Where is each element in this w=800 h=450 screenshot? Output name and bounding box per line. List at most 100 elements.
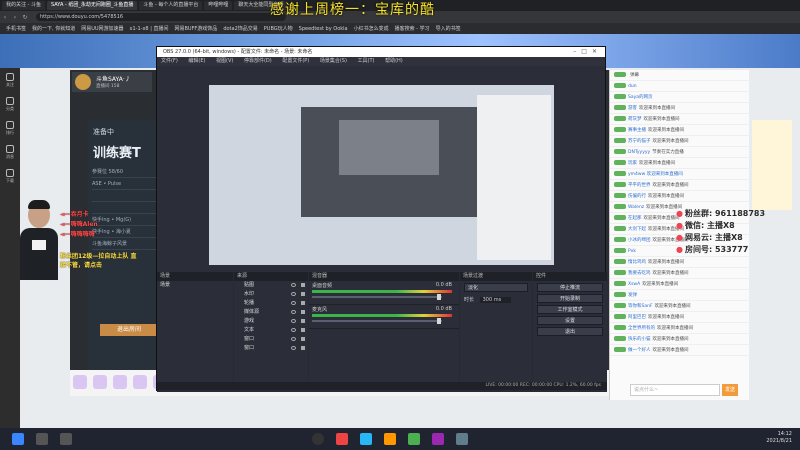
chat-username[interactable]: 做一个好人 xyxy=(628,348,651,353)
duration-input[interactable]: 300 ms xyxy=(479,297,512,303)
source-item[interactable]: 游戏 xyxy=(234,317,308,326)
side-promo-card[interactable] xyxy=(752,120,792,210)
refresh-icon[interactable]: ↻ xyxy=(20,14,30,21)
scene-item[interactable]: 场景 xyxy=(157,281,233,290)
chat-username[interactable]: 玩家 xyxy=(628,161,637,166)
bookmark-item[interactable]: Speedtest by Ookla xyxy=(299,26,348,32)
bookmark-item[interactable]: 小红书怎么变成 xyxy=(354,25,389,32)
chat-username[interactable]: DNTyyyyy xyxy=(628,150,650,155)
eye-icon[interactable] xyxy=(291,319,296,323)
lock-icon[interactable] xyxy=(301,319,305,323)
chat-username[interactable]: 全世界所有的 xyxy=(628,326,655,331)
gift-icon[interactable] xyxy=(93,375,107,389)
bookmark-item[interactable]: x1-1-x8 | 直播间 xyxy=(130,25,169,32)
lock-icon[interactable] xyxy=(301,328,305,332)
lock-icon[interactable] xyxy=(301,337,305,341)
chat-username[interactable]: Pxk xyxy=(628,249,636,254)
source-item[interactable]: 窗口 xyxy=(234,344,308,353)
chat-username[interactable]: Saya的网页 xyxy=(628,95,653,100)
transition-select[interactable]: 淡化 xyxy=(464,283,528,292)
lock-icon[interactable] xyxy=(301,310,305,314)
source-item[interactable]: 水印 xyxy=(234,290,308,299)
rail-item-category[interactable]: 分类 xyxy=(0,92,20,116)
browser-tab[interactable]: 斗鱼 - 每个人的直播平台 xyxy=(139,1,203,10)
gift-icon[interactable] xyxy=(133,375,147,389)
menu-item[interactable]: 停靠部件(D) xyxy=(244,58,272,64)
bookmark-item[interactable]: 我的一下, 你就知道 xyxy=(32,25,75,32)
eye-icon[interactable] xyxy=(291,346,296,350)
chat-username[interactable]: 平平的世界 xyxy=(628,183,651,188)
rail-item-download[interactable]: 下载 xyxy=(0,164,20,188)
app-icon[interactable] xyxy=(360,433,372,445)
chat-username[interactable]: 赛事主播 xyxy=(628,128,646,133)
bookmark-item[interactable]: PUBG玩人物 xyxy=(264,25,293,32)
rail-item-message[interactable]: 消息 xyxy=(0,140,20,164)
chat-username[interactable]: 惰比鸡鸡 xyxy=(628,260,646,265)
bookmark-item[interactable]: dota2饰品交易 xyxy=(223,25,257,32)
chat-username[interactable]: 在起那 xyxy=(628,216,642,221)
source-item[interactable]: 媒体源 xyxy=(234,308,308,317)
chat-username[interactable]: 快乐的小猫 xyxy=(628,337,651,342)
menu-item[interactable]: 文件(F) xyxy=(161,58,178,64)
bookmark-item[interactable]: 网易UU网游加速器 xyxy=(81,25,123,32)
lock-icon[interactable] xyxy=(301,301,305,305)
forward-icon[interactable]: › xyxy=(10,14,20,21)
obs-preview[interactable] xyxy=(209,85,554,265)
app-icon[interactable] xyxy=(408,433,420,445)
browser-tab-active[interactable]: SAYA - 纸团_永劫无间跑圈_斗鱼直播 xyxy=(46,1,138,10)
exit-room-button[interactable]: 退出房间 xyxy=(100,324,158,336)
obs-window[interactable]: OBS 27.0.0 (64-bit, windows) - 配置文件: 未命名… xyxy=(156,46,607,392)
eye-icon[interactable] xyxy=(291,301,296,305)
window-controls[interactable]: –□✕ xyxy=(573,47,602,57)
gift-icon[interactable] xyxy=(113,375,127,389)
windows-start-icon[interactable] xyxy=(12,433,24,445)
system-clock[interactable]: 14:12 2021/8/21 xyxy=(766,431,792,445)
chat-username[interactable]: 发弹 xyxy=(628,293,637,298)
send-button[interactable]: 发送 xyxy=(722,384,738,396)
chat-username[interactable]: 小冰的绵团 xyxy=(628,238,651,243)
url-input[interactable]: https://www.douyu.com/5478516 xyxy=(36,13,286,21)
eye-icon[interactable] xyxy=(291,337,296,341)
menu-item[interactable]: 编辑(E) xyxy=(188,58,205,64)
back-icon[interactable]: ‹ xyxy=(0,14,10,21)
eye-icon[interactable] xyxy=(291,292,296,296)
chat-username[interactable]: 我要去吃鸡 xyxy=(628,271,651,276)
volume-slider[interactable] xyxy=(312,296,442,298)
exit-button[interactable]: 退出 xyxy=(537,327,603,336)
settings-button[interactable]: 设置 xyxy=(537,316,603,325)
search-icon[interactable] xyxy=(36,433,48,445)
source-item[interactable]: 贴图 xyxy=(234,281,308,290)
chat-username[interactable]: dun xyxy=(628,84,637,89)
chat-username[interactable]: ym4ww 欢迎来到本直播间 xyxy=(628,172,683,177)
rail-item-rank[interactable]: 排行 xyxy=(0,116,20,140)
bookmark-item[interactable]: 播客搜索 - 学习 xyxy=(395,25,430,32)
source-item[interactable]: 窗口 xyxy=(234,335,308,344)
browser-tab[interactable]: 我的关注 - 斗鱼 xyxy=(2,1,45,10)
menu-item[interactable]: 配置文件(P) xyxy=(282,58,309,64)
source-item[interactable]: 轮播 xyxy=(234,299,308,308)
taskview-icon[interactable] xyxy=(60,433,72,445)
avatar[interactable] xyxy=(75,74,91,90)
eye-icon[interactable] xyxy=(291,328,296,332)
volume-knob[interactable] xyxy=(437,294,441,300)
bookmark-item[interactable]: 手机书签 xyxy=(6,25,26,32)
chat-username[interactable]: 苏宁的猫子 xyxy=(628,139,651,144)
volume-slider[interactable] xyxy=(312,320,442,322)
eye-icon[interactable] xyxy=(291,310,296,314)
menu-item[interactable]: 视图(V) xyxy=(216,58,233,64)
chat-input[interactable]: 说点什么~ xyxy=(630,384,720,396)
gift-icon[interactable] xyxy=(73,375,87,389)
chat-username[interactable]: 荷灰梦 xyxy=(628,117,642,122)
chat-username[interactable]: 游客 xyxy=(628,106,637,111)
chat-username[interactable]: 伤偏的行 xyxy=(628,194,646,199)
app-icon[interactable] xyxy=(384,433,396,445)
start-recording-button[interactable]: 开始录制 xyxy=(537,294,603,303)
bookmark-item[interactable]: 导入的书签 xyxy=(436,25,461,32)
lock-icon[interactable] xyxy=(301,346,305,350)
chat-username[interactable]: 等你和SanF xyxy=(628,304,653,309)
chat-username[interactable]: XswA xyxy=(628,282,640,287)
source-item[interactable]: 文本 xyxy=(234,326,308,335)
app-icon[interactable] xyxy=(456,433,468,445)
browser-tab[interactable]: 哔哩哔哩 xyxy=(204,1,233,10)
obs-app-icon[interactable] xyxy=(312,433,324,445)
